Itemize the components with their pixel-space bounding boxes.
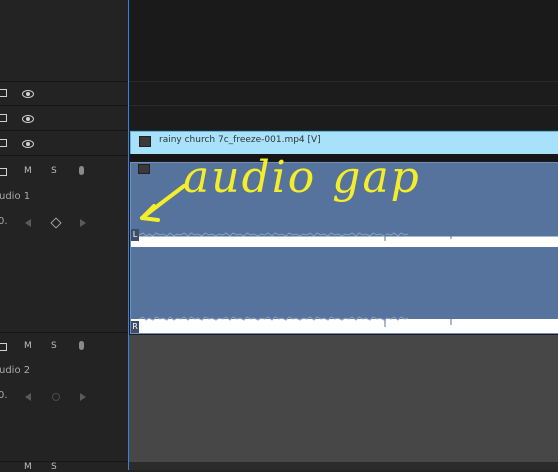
- mic-icon[interactable]: [79, 166, 84, 175]
- track-a2-lane[interactable]: [128, 335, 558, 462]
- eye-icon[interactable]: [22, 115, 34, 123]
- track-v2-lane[interactable]: [128, 106, 558, 131]
- track-header-a1: M S udio 1 0.: [0, 156, 128, 333]
- solo-button[interactable]: S: [51, 462, 57, 472]
- track-header-a2: M S udio 2 0.: [0, 333, 128, 462]
- fx-badge-icon: [139, 136, 151, 147]
- previous-keyframe-icon[interactable]: [25, 393, 31, 401]
- playhead[interactable]: [128, 0, 129, 470]
- solo-button[interactable]: S: [51, 341, 57, 351]
- track-v3-lane[interactable]: [128, 82, 558, 106]
- eye-icon[interactable]: [22, 140, 34, 148]
- volume-readout[interactable]: 0.: [0, 390, 8, 401]
- sync-lock-icon[interactable]: [0, 114, 7, 122]
- track-header-a3: M S: [0, 462, 128, 472]
- channel-right-label: R: [131, 321, 139, 333]
- track-header-v1: [0, 131, 128, 156]
- add-keyframe-icon[interactable]: [52, 393, 60, 401]
- track-header-v2: [0, 106, 128, 131]
- sync-lock-icon[interactable]: [0, 343, 7, 351]
- add-keyframe-icon[interactable]: [50, 217, 62, 229]
- video-clip-name: rainy church 7c_freeze-001.mp4 [V]: [159, 135, 321, 145]
- solo-button[interactable]: S: [51, 166, 57, 176]
- track-header-panel: M S udio 1 0. M S udio 2 0. M S: [0, 0, 128, 472]
- track-a3-lane[interactable]: [128, 462, 558, 470]
- sync-lock-icon[interactable]: [0, 168, 7, 176]
- track-name-a1[interactable]: udio 1: [0, 191, 30, 202]
- mic-icon[interactable]: [79, 341, 84, 350]
- track-name-a2[interactable]: udio 2: [0, 365, 30, 376]
- next-keyframe-icon[interactable]: [80, 393, 86, 401]
- sync-lock-icon[interactable]: [0, 139, 7, 147]
- previous-keyframe-icon[interactable]: [25, 219, 31, 227]
- timeline-empty-top: [128, 0, 558, 82]
- waveform-right: R: [131, 315, 558, 333]
- mute-button[interactable]: M: [24, 341, 32, 351]
- annotation-overlay: audio gap: [128, 150, 448, 230]
- annotation-text: audio gap: [183, 152, 421, 203]
- eye-icon[interactable]: [22, 90, 34, 98]
- mute-button[interactable]: M: [24, 166, 32, 176]
- track-header-empty: [0, 0, 128, 82]
- next-keyframe-icon[interactable]: [80, 219, 86, 227]
- mute-button[interactable]: M: [24, 462, 32, 472]
- track-header-v3: [0, 82, 128, 106]
- sync-lock-icon[interactable]: [0, 89, 7, 97]
- volume-readout[interactable]: 0.: [0, 216, 8, 227]
